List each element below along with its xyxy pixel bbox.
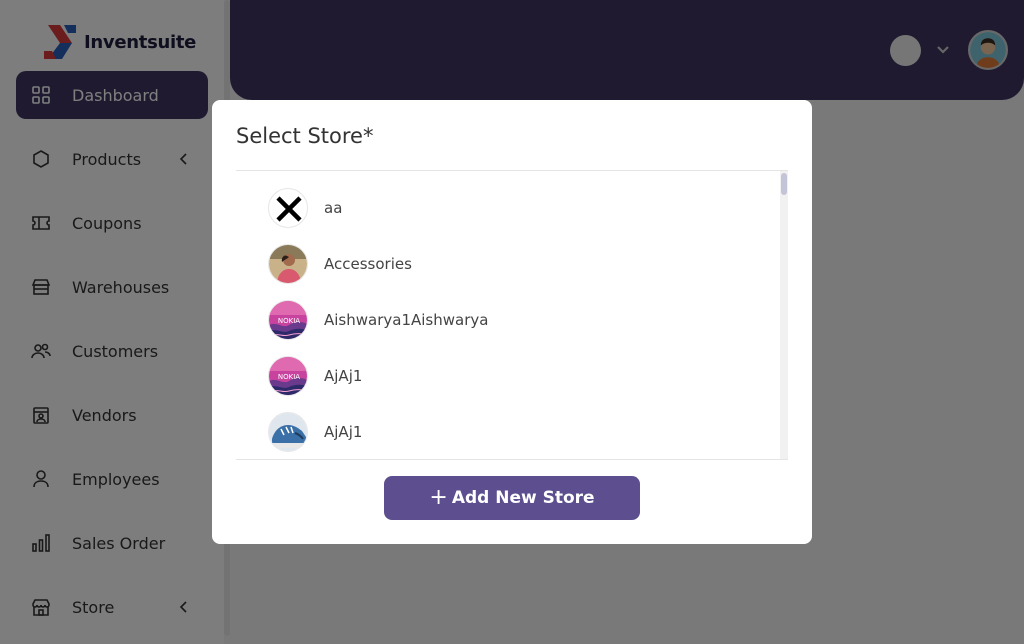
- photo-person-avatar-icon: [268, 244, 308, 284]
- scrollbar-thumb[interactable]: [781, 173, 787, 195]
- shoe-avatar-icon: [268, 412, 308, 452]
- store-list-item[interactable]: NOKIA Aishwarya1Aishwarya: [236, 292, 776, 348]
- store-list-item[interactable]: Accessories: [236, 236, 776, 292]
- store-name: Aishwarya1Aishwarya: [324, 311, 489, 329]
- store-list-scrollbar[interactable]: [780, 171, 788, 459]
- store-name: aa: [324, 199, 343, 217]
- plus-icon: +: [429, 485, 448, 510]
- modal-title: Select Store*: [236, 124, 374, 148]
- select-store-modal: Select Store* aa Accessories NOKIA Aishw…: [212, 100, 812, 544]
- store-list[interactable]: aa Accessories NOKIA Aishwarya1Aishwarya…: [236, 170, 788, 460]
- store-list-item[interactable]: NOKIA AjAj1: [236, 348, 776, 404]
- add-new-store-button[interactable]: + Add New Store: [384, 476, 640, 520]
- store-list-item[interactable]: aa: [236, 180, 776, 236]
- x-mark-avatar-icon: [268, 188, 308, 228]
- nokia-logo-avatar-icon: NOKIA: [268, 356, 308, 396]
- store-name: AjAj1: [324, 423, 363, 441]
- store-name: AjAj1: [324, 367, 363, 385]
- store-list-item[interactable]: AjAj1: [236, 404, 776, 459]
- add-new-store-label: Add New Store: [451, 488, 595, 508]
- svg-text:NOKIA: NOKIA: [278, 317, 300, 325]
- svg-text:NOKIA: NOKIA: [278, 373, 300, 381]
- nokia-logo-avatar-icon: NOKIA: [268, 300, 308, 340]
- store-name: Accessories: [324, 255, 412, 273]
